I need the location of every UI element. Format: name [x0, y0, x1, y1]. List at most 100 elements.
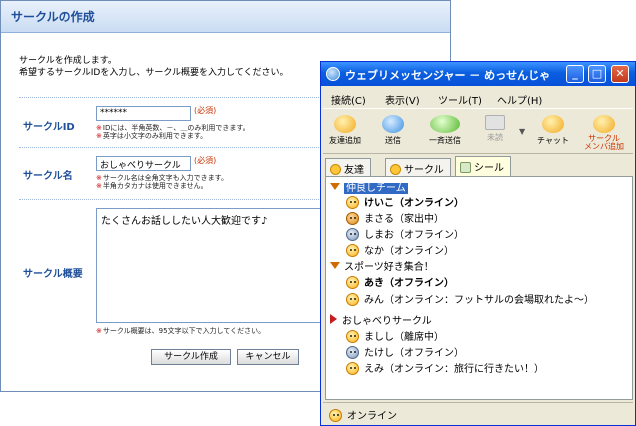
form-header: サークルの作成	[1, 1, 450, 33]
expand-arrow-icon[interactable]	[330, 262, 340, 269]
create-circle-button[interactable]: サークル作成	[151, 349, 231, 365]
desktop: サークルの作成 サークルを作成します。 希望するサークルIDを入力し、サークル概…	[0, 0, 636, 426]
intro-line-1: サークルを作成します。	[19, 56, 117, 66]
note-text: サークル名は全角文字も入力できます。	[102, 174, 228, 182]
circle-id-required-tag: (必須)	[194, 106, 217, 115]
note-mark: ※	[96, 174, 102, 182]
group-name: 仲良しチーム	[344, 183, 408, 194]
my-status-text: オンライン	[347, 411, 397, 422]
messenger-toolbar: 友達追加 送信 一斉送信 未読 ▼ チャット サークル メンバ追加	[323, 108, 633, 154]
broadcast-icon	[430, 115, 460, 133]
menu-view[interactable]: 表示(V)	[385, 92, 420, 107]
minimize-button[interactable]: _	[566, 65, 584, 83]
note-text: 半角カタカナは使用できません。	[102, 182, 208, 190]
group-header[interactable]: 仲良しチーム	[330, 179, 408, 194]
group-header[interactable]: スポーツ好き集合！	[330, 258, 434, 273]
close-button[interactable]: ✕	[611, 65, 629, 83]
circle-name-label: サークル名	[23, 171, 73, 182]
friends-tab-icon	[330, 164, 341, 175]
broadcast-label: 一斉送信	[429, 136, 461, 145]
send-icon	[382, 115, 404, 133]
unread-button[interactable]: 未読	[475, 115, 515, 143]
group-name: おしゃべりサークル	[342, 316, 432, 327]
form-title: サークルの作成	[11, 10, 95, 24]
add-friend-button[interactable]: 友達追加	[325, 115, 365, 146]
contact-item[interactable]: みん（オンライン：フットサルの会場取れたよ～）	[346, 291, 594, 306]
circle-id-label: サークルID	[23, 122, 75, 133]
contact-item[interactable]: あき（オフライン）	[346, 274, 454, 289]
intro-line-2: 希望するサークルIDを入力し、サークル概要を入力してください。	[19, 68, 289, 78]
note-mark: ※	[96, 327, 102, 335]
contact-text: なか（オンライン）	[364, 246, 454, 257]
tab-seal-label: シール	[474, 163, 504, 174]
add-circle-member-label: サークル メンバ追加	[584, 134, 624, 151]
note-text: サークル概要は、95文字以下で入力してください。	[102, 327, 266, 335]
seal-tab-icon	[460, 162, 471, 173]
tab-circle[interactable]: サークル	[385, 158, 451, 176]
contact-item[interactable]: まさる（家出中）	[346, 210, 444, 225]
contact-text: たけし（オフライン）	[364, 348, 464, 359]
add-friend-label: 友達追加	[329, 136, 361, 145]
online-status-icon	[346, 330, 359, 343]
circle-name-note-2: ※半角カタカナは使用できません。	[96, 182, 208, 190]
my-status[interactable]: オンライン	[329, 407, 397, 422]
circle-desc-note: ※サークル概要は、95文字以下で入力してください。	[96, 327, 265, 335]
contact-item[interactable]: けいこ（オンライン）	[346, 194, 464, 209]
contact-text: ましし（離席中）	[364, 332, 444, 343]
unread-label: 未読	[487, 133, 503, 142]
tab-circle-label: サークル	[404, 165, 444, 176]
circle-desc-label: サークル概要	[23, 269, 83, 280]
circle-id-note-2: ※英字は小文字のみ利用できます。	[96, 132, 207, 140]
tab-seal[interactable]: シール	[455, 156, 511, 176]
offline-status-icon	[346, 228, 359, 241]
online-status-icon	[346, 362, 359, 375]
circle-tab-icon	[390, 164, 401, 175]
unread-dropdown-arrow-icon[interactable]: ▼	[519, 127, 525, 136]
contact-item[interactable]: えみ（オンライン：旅行に行きたい！）	[346, 360, 544, 375]
note-text: IDには、半角英数、－、＿のみ利用できます。	[102, 124, 250, 132]
menu-tools[interactable]: ツール(T)	[438, 92, 482, 107]
online-status-icon	[346, 244, 359, 257]
tab-strip: 友達 サークル シール	[325, 156, 631, 176]
add-member-icon	[593, 115, 615, 133]
messenger-title: ウェブリメッセンジャー － めっせんじゃ	[345, 69, 551, 82]
add-circle-member-button[interactable]: サークル メンバ追加	[579, 115, 629, 151]
menu-help[interactable]: ヘルプ(H)	[497, 92, 542, 107]
send-button[interactable]: 送信	[373, 115, 413, 146]
contact-text: しまお（オフライン）	[364, 230, 464, 241]
circle-desc-textarea[interactable]: たくさんお話ししたい人大歓迎です♪	[96, 208, 328, 323]
chat-button[interactable]: チャット	[533, 115, 573, 146]
menu-connect[interactable]: 接続(C)	[331, 92, 366, 107]
contact-text: まさる（家出中）	[364, 214, 444, 225]
expand-arrow-icon[interactable]	[330, 183, 340, 190]
broadcast-button[interactable]: 一斉送信	[425, 115, 465, 146]
send-label: 送信	[385, 136, 401, 145]
circle-id-input[interactable]: ******	[96, 106, 191, 121]
messenger-titlebar[interactable]: ウェブリメッセンジャー － めっせんじゃ _ □ ✕	[321, 62, 635, 86]
messenger-app-icon	[326, 67, 340, 81]
offline-status-icon	[346, 346, 359, 359]
note-text: 英字は小文字のみ利用できます。	[102, 132, 208, 140]
note-mark: ※	[96, 182, 102, 190]
note-mark: ※	[96, 132, 102, 140]
status-bar: オンライン	[323, 402, 633, 422]
contact-item[interactable]: ましし（離席中）	[346, 328, 444, 343]
collapse-arrow-icon[interactable]	[330, 314, 337, 324]
online-status-icon	[346, 293, 359, 306]
contact-item[interactable]: なか（オンライン）	[346, 242, 454, 257]
form-intro: サークルを作成します。 希望するサークルIDを入力し、サークル概要を入力してくだ…	[19, 55, 289, 79]
contact-text: あき（オフライン）	[364, 278, 454, 289]
circle-id-note-1: ※IDには、半角英数、－、＿のみ利用できます。	[96, 124, 250, 132]
maximize-button[interactable]: □	[588, 65, 606, 83]
online-status-icon	[346, 196, 359, 209]
circle-name-input[interactable]: おしゃべりサークル	[96, 156, 191, 171]
chat-icon	[542, 115, 564, 133]
group-name: スポーツ好き集合！	[344, 262, 434, 273]
contact-item[interactable]: しまお（オフライン）	[346, 226, 464, 241]
cancel-button[interactable]: キャンセル	[237, 349, 299, 365]
online-status-icon	[346, 276, 359, 289]
group-header[interactable]: おしゃべりサークル	[330, 312, 432, 327]
contact-item[interactable]: たけし（オフライン）	[346, 344, 464, 359]
contact-text: えみ（オンライン：旅行に行きたい！）	[364, 364, 544, 375]
tab-friends[interactable]: 友達	[325, 158, 371, 176]
